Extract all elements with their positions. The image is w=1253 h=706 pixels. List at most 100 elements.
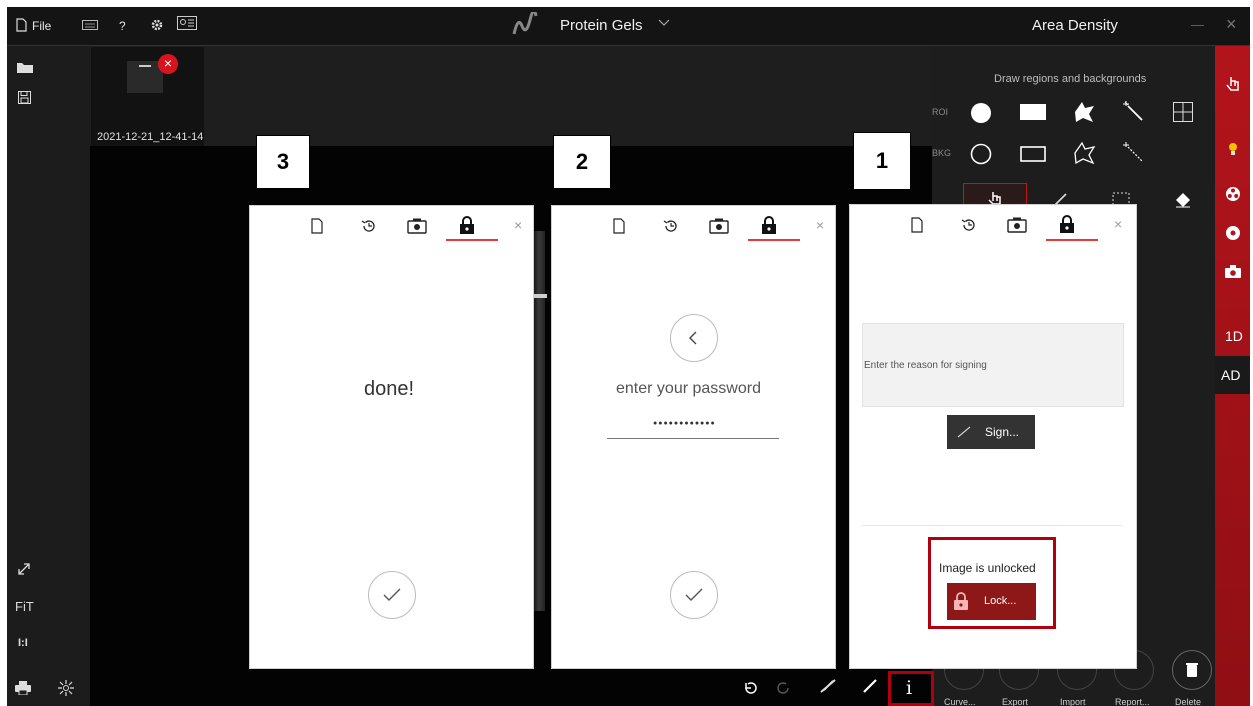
brightness-icon[interactable] — [57, 679, 75, 697]
file-icon[interactable] — [16, 18, 27, 32]
bkg-rectangle-icon[interactable] — [1020, 146, 1046, 162]
bkg-magic-wand-icon[interactable] — [1122, 141, 1146, 165]
roi-rectangle-icon[interactable] — [1020, 104, 1046, 120]
padlock-icon — [952, 591, 970, 611]
trash-icon — [1186, 662, 1198, 677]
bkg-circle-icon[interactable] — [970, 143, 992, 165]
sign-label: Sign... — [985, 425, 1020, 439]
history-tab-icon[interactable] — [360, 217, 378, 235]
snapshot-tab-icon[interactable] — [407, 218, 427, 234]
remove-thumbnail-button[interactable]: × — [158, 54, 178, 74]
password-field[interactable]: ●●●●●●●●●●●● — [653, 420, 716, 427]
pen-icon — [957, 426, 971, 438]
active-tab-underline — [748, 239, 800, 241]
display-settings-icon[interactable] — [177, 16, 197, 32]
reason-input[interactable]: Enter the reason for signing — [862, 323, 1124, 407]
roi-circle-icon[interactable] — [970, 102, 992, 124]
curve-label: Curve... — [944, 697, 976, 706]
chevron-down-icon[interactable] — [658, 19, 670, 27]
gear-icon[interactable] — [150, 18, 164, 32]
close-dialog-button[interactable]: × — [816, 217, 824, 233]
thumbnail-band — [139, 65, 151, 67]
lock-status-highlight: Image is unlocked Lock... — [928, 537, 1056, 629]
panel-heading: Draw regions and backgrounds — [994, 73, 1147, 85]
lock-tab-icon[interactable] — [1059, 215, 1075, 233]
thumbnail-caption: 2021-12-21_12-41-14 — [97, 131, 204, 143]
reason-placeholder: Enter the reason for signing — [864, 360, 987, 371]
sign-button[interactable]: Sign... — [947, 415, 1035, 449]
checkmark-icon — [684, 587, 704, 603]
aperture-icon[interactable] — [1225, 225, 1241, 241]
fit-button[interactable]: FiT — [15, 599, 34, 614]
keyboard-icon[interactable] — [82, 19, 98, 31]
folder-open-icon[interactable] — [17, 61, 33, 73]
confirm-button[interactable] — [670, 571, 718, 619]
image-thumbnail[interactable]: × 2021-12-21_12-41-14 — [91, 47, 204, 147]
snapshot-tab-icon[interactable] — [709, 218, 729, 234]
active-tab-underline — [446, 239, 498, 241]
bkg-freehand-icon[interactable] — [1072, 141, 1096, 165]
snapshot-tab-icon[interactable] — [1007, 217, 1027, 233]
red-sidebar: 1D AD — [1215, 46, 1250, 706]
active-tab-underline — [1046, 239, 1098, 241]
roi-freehand-icon[interactable] — [1072, 100, 1096, 124]
close-dialog-button[interactable]: × — [1114, 216, 1122, 232]
checkmark-icon — [382, 587, 402, 603]
bkg-label: BKG — [932, 148, 952, 158]
close-window-button[interactable]: × — [1226, 14, 1237, 35]
chevron-left-icon — [688, 331, 698, 345]
done-message: done! — [364, 378, 415, 400]
divider — [862, 525, 1122, 526]
roi-label: ROI — [932, 107, 949, 117]
close-dialog-button[interactable]: × — [514, 217, 522, 233]
file-menu[interactable]: File — [32, 19, 51, 33]
password-underline — [607, 438, 779, 439]
redo-icon[interactable] — [777, 680, 791, 694]
camera-icon[interactable] — [1225, 265, 1241, 278]
lock-button[interactable]: Lock... — [947, 583, 1036, 620]
print-icon[interactable] — [15, 681, 31, 695]
roi-grid-icon[interactable] — [1173, 102, 1193, 122]
hide-annotations-icon[interactable] — [819, 677, 837, 695]
report-label: Report... — [1115, 697, 1150, 706]
info-icon: i — [906, 677, 913, 699]
back-button[interactable] — [670, 314, 718, 362]
help-button[interactable]: ? — [119, 19, 126, 33]
app-logo-icon — [510, 12, 538, 38]
delete-button[interactable] — [1172, 650, 1212, 690]
step-number-3: 3 — [256, 135, 310, 189]
delete-label: Delete — [1175, 697, 1202, 706]
lock-tab-icon[interactable] — [761, 216, 777, 234]
info-button-highlight[interactable]: i — [888, 671, 934, 706]
lock-label: Lock... — [984, 595, 1017, 607]
dialog-step-3: × done! — [249, 205, 534, 669]
undo-icon[interactable] — [743, 680, 757, 694]
thumbnail-strip: × 2021-12-21_12-41-14 — [90, 46, 935, 147]
edit-pencil-icon[interactable] — [862, 678, 878, 694]
top-bar: File ? Protein Gels Area Density — × — [7, 7, 1250, 46]
filter-wheel-icon[interactable] — [1225, 186, 1241, 202]
tab-ad[interactable]: AD — [1215, 356, 1250, 394]
lock-status-text: Image is unlocked — [939, 561, 1036, 575]
confirm-button[interactable] — [368, 571, 416, 619]
lock-tab-icon[interactable] — [459, 216, 475, 234]
actual-size-button[interactable]: I:I — [18, 637, 28, 649]
history-tab-icon[interactable] — [662, 217, 680, 235]
document-tab-icon[interactable] — [911, 217, 923, 233]
touch-icon[interactable] — [1225, 73, 1241, 93]
document-tab-icon[interactable] — [613, 218, 625, 234]
minimize-button[interactable]: — — [1191, 17, 1204, 32]
module-title: Area Density — [1032, 17, 1118, 34]
export-label: Export — [1002, 697, 1029, 706]
tab-1d[interactable]: 1D — [1225, 328, 1243, 344]
roi-magic-wand-icon[interactable] — [1122, 100, 1146, 124]
project-title[interactable]: Protein Gels — [560, 17, 643, 34]
light-bulb-icon[interactable] — [1225, 140, 1241, 158]
save-icon[interactable] — [18, 91, 31, 104]
dialog-step-2: × enter your password ●●●●●●●●●●●● — [551, 205, 836, 669]
history-tab-icon[interactable] — [960, 216, 978, 234]
expand-icon[interactable] — [17, 562, 31, 576]
eraser-icon[interactable] — [1174, 190, 1192, 208]
document-tab-icon[interactable] — [311, 218, 323, 234]
step-number-2: 2 — [553, 135, 611, 189]
